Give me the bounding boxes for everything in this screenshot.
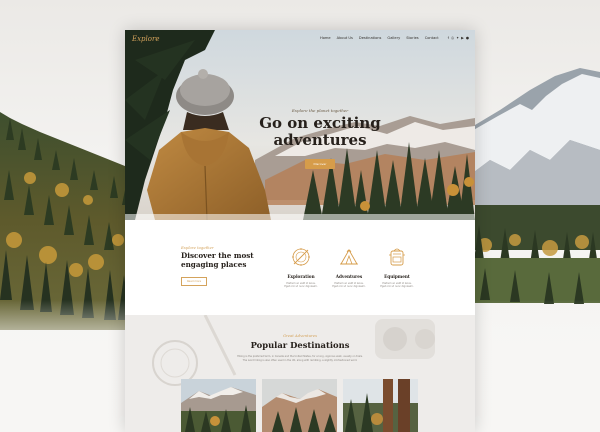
destinations-text: Hiking is the preferred term, in Canada … xyxy=(220,355,380,362)
nav-contact[interactable]: Contact xyxy=(425,36,439,40)
nav-stories[interactable]: Stories xyxy=(406,36,418,40)
destination-card-image xyxy=(343,379,418,432)
hero-title-line-2: adventures xyxy=(273,131,367,149)
instagram-icon[interactable]: ◎ xyxy=(451,36,454,40)
nav-home[interactable]: Home xyxy=(320,36,331,40)
destination-card[interactable] xyxy=(343,379,418,432)
website-mockup: Explore Home About Us Destinations Galle… xyxy=(125,30,475,432)
main-nav: Home About Us Destinations Gallery Stori… xyxy=(320,36,469,40)
destination-card[interactable] xyxy=(262,379,337,432)
destination-card-image xyxy=(262,379,337,432)
destination-card-image xyxy=(181,379,256,432)
feature-title: Equipment xyxy=(384,274,410,279)
feature-text-line-2: Eget orci ut nunc dignissim. xyxy=(380,285,414,289)
intro-section: Explore together Discover the most engag… xyxy=(125,220,475,315)
hero-text: Explore the planet together Go on exciti… xyxy=(245,108,395,169)
destinations-title: Popular Destinations xyxy=(250,340,350,350)
intro-title-line-2: engaging places xyxy=(181,259,247,269)
destinations-kicker: Great Adventures xyxy=(282,333,318,338)
destinations-section: Great Adventures Popular Destinations Hi… xyxy=(125,315,475,432)
hero-kicker: Explore the planet together xyxy=(291,108,349,113)
youtube-icon[interactable]: ▶ xyxy=(461,36,464,40)
nav-destinations[interactable]: Destinations xyxy=(359,36,382,40)
nav-gallery[interactable]: Gallery xyxy=(387,36,400,40)
site-logo[interactable]: Explore xyxy=(132,35,159,43)
intro-kicker: Explore together xyxy=(181,245,214,250)
nav-about-us[interactable]: About Us xyxy=(337,36,353,40)
twitter-icon[interactable]: ✦ xyxy=(456,36,459,40)
hero-section: Explore Home About Us Destinations Galle… xyxy=(125,30,475,220)
social-icons: f ◎ ✦ ▶ ● xyxy=(448,36,469,40)
backpack-icon xyxy=(389,248,405,266)
hero-title-line-1: Go on exciting xyxy=(259,114,381,132)
compass-icon xyxy=(292,248,310,266)
destinations-text-line-2: The word hiking is also often used in th… xyxy=(242,358,358,362)
destination-card[interactable] xyxy=(181,379,256,432)
hero-discover-button[interactable]: Discover xyxy=(305,159,335,169)
intro-title: Discover the most engaging places xyxy=(181,251,271,269)
pinterest-icon[interactable]: ● xyxy=(466,36,469,40)
tent-icon xyxy=(340,249,358,265)
facebook-icon[interactable]: f xyxy=(448,36,449,40)
read-more-button[interactable]: Read more xyxy=(181,277,208,286)
hero-title: Go on exciting adventures xyxy=(245,115,395,149)
feature-equipment: Equipment Pretium ac velit id lacus. Ege… xyxy=(369,246,425,289)
